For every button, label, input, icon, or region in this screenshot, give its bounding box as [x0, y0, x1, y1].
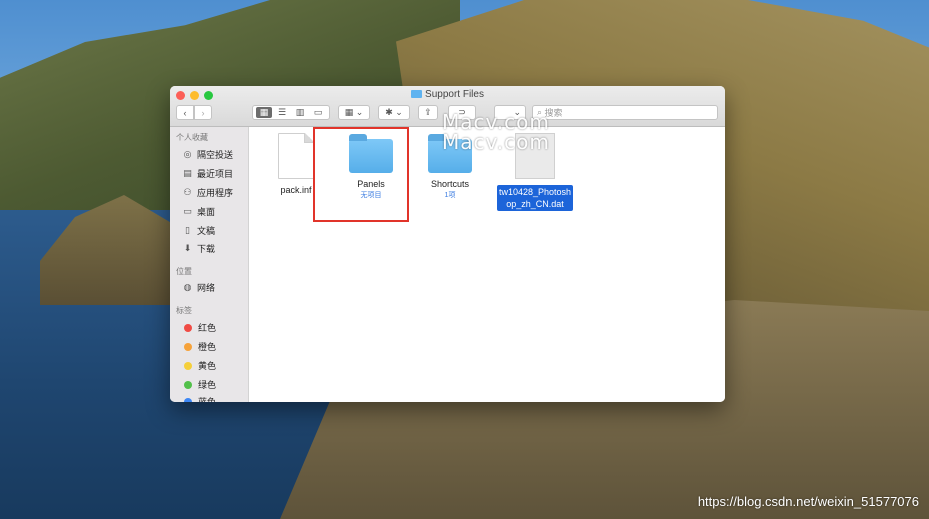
- view-mode-group: ▦ ☰ ▥ ▭: [252, 105, 330, 120]
- source-credit: https://blog.csdn.net/weixin_51577076: [697, 494, 919, 509]
- sidebar-item-applications[interactable]: ⚇ 应用程序: [182, 186, 233, 199]
- share-button[interactable]: ⇪: [418, 105, 438, 120]
- desktop-icon: ▭: [183, 206, 192, 216]
- selected-file-name: tw10428_Photosh op_zh_CN.dat: [496, 185, 574, 211]
- sidebar-item-downloads[interactable]: ⬇ 下载: [182, 242, 215, 255]
- sidebar-tag-blue[interactable]: 蓝色: [182, 395, 216, 402]
- network-icon: ◍: [183, 282, 192, 292]
- sidebar-tag-orange[interactable]: 橙色: [182, 340, 216, 353]
- column-view-button[interactable]: ▥: [292, 107, 308, 118]
- sidebar-item-desktop[interactable]: ▭ 桌面: [182, 205, 215, 218]
- highlight-box: [313, 127, 409, 222]
- folder-icon: [411, 90, 423, 98]
- file-subtitle: 1项: [444, 192, 456, 199]
- watermark: Macv.com: [442, 130, 550, 154]
- document-icon: [278, 133, 314, 179]
- recents-icon: ▤: [183, 168, 192, 178]
- documents-icon: ▯: [185, 225, 190, 235]
- sidebar: 个人收藏 ◎ 隔空投送 ▤ 最近项目 ⚇ 应用程序 ▭ 桌面 ▯ 文稿 ⬇ 下载 位置 ◍ 网…: [170, 127, 249, 402]
- tag-red-dot: [184, 323, 192, 332]
- icon-view-button[interactable]: ▦: [256, 107, 272, 118]
- sidebar-item-airdrop[interactable]: ◎ 隔空投送: [182, 148, 233, 161]
- gallery-view-button[interactable]: ▭: [310, 107, 326, 118]
- file-name: Shortcuts: [430, 179, 470, 189]
- sidebar-item-recents[interactable]: ▤ 最近项目: [182, 167, 233, 180]
- airdrop-icon: ◎: [183, 149, 192, 159]
- sidebar-heading-locations: 位置: [176, 267, 192, 276]
- arrange-button[interactable]: ▦ ⌄: [338, 105, 370, 120]
- sidebar-tag-green[interactable]: 绿色: [182, 378, 216, 391]
- tag-orange-dot: [184, 342, 192, 351]
- sidebar-item-documents[interactable]: ▯ 文稿: [182, 224, 215, 237]
- back-button[interactable]: ‹: [176, 105, 194, 120]
- tag-blue-dot: [184, 397, 192, 402]
- sidebar-heading-tags: 标签: [176, 306, 192, 315]
- downloads-icon: ⬇: [183, 243, 192, 253]
- sidebar-tag-yellow[interactable]: 黄色: [182, 359, 216, 372]
- tag-green-dot: [184, 380, 192, 389]
- action-button[interactable]: ✱ ⌄: [378, 105, 410, 120]
- list-view-button[interactable]: ☰: [274, 107, 290, 118]
- sidebar-heading-favorites: 个人收藏: [176, 133, 208, 142]
- tag-yellow-dot: [184, 361, 192, 370]
- applications-icon: ⚇: [183, 187, 192, 197]
- sidebar-item-network[interactable]: ◍ 网络: [182, 281, 215, 294]
- sidebar-tag-red[interactable]: 红色: [182, 321, 216, 334]
- window-title: Support Files: [170, 89, 725, 100]
- search-field[interactable]: ⌕ 搜索: [532, 105, 718, 120]
- forward-button[interactable]: ›: [194, 105, 212, 120]
